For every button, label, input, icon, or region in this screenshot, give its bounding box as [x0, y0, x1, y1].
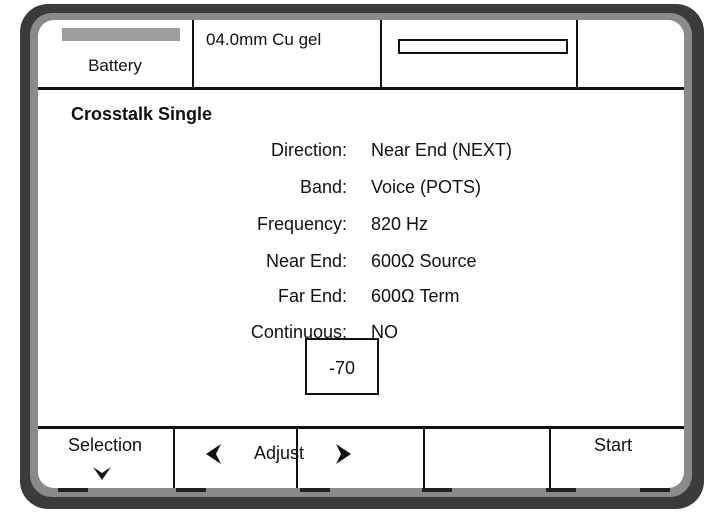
arrow-right-icon	[336, 444, 351, 464]
param-value-band: Voice (POTS)	[371, 177, 482, 197]
battery-label: Battery	[88, 56, 142, 75]
param-label-direction: Direction:	[270, 140, 347, 160]
param-label-near-end: Near End:	[265, 251, 347, 271]
param-value-near-end: 600Ω Source	[371, 251, 477, 271]
softkey-tick-marks	[58, 488, 670, 492]
status-bar: Battery 04.0mm Cu gel	[38, 20, 684, 90]
param-value-far-end: 600Ω Term	[371, 286, 460, 306]
selected-value-box[interactable]: -70	[305, 338, 379, 395]
cable-type-cell: 04.0mm Cu gel	[194, 20, 382, 87]
param-label-band: Band:	[299, 177, 347, 197]
device-screen: Battery 04.0mm Cu gel Crosstalk Single D…	[38, 20, 684, 488]
adjust-softkey-label: Adjust	[254, 443, 305, 463]
battery-indicator: Battery	[38, 20, 194, 87]
selection-softkey[interactable]: Selection	[38, 429, 175, 488]
param-value-direction: Near End (NEXT)	[371, 140, 513, 160]
selection-softkey-label: Selection	[68, 435, 143, 455]
param-label-far-end: Far End:	[277, 286, 347, 306]
battery-level-bar	[62, 28, 180, 41]
adjust-right-softkey[interactable]	[298, 429, 425, 488]
start-softkey-label: Start	[594, 435, 633, 455]
status-empty-cell	[578, 20, 684, 87]
progress-bar	[398, 39, 568, 54]
arrow-left-icon	[206, 444, 221, 464]
param-label-frequency: Frequency:	[256, 214, 347, 234]
chevron-down-icon	[93, 467, 111, 480]
empty-softkey[interactable]	[425, 429, 551, 488]
softkey-bar: Selection Adjust Start	[38, 426, 684, 488]
param-value-frequency: 820 Hz	[371, 214, 429, 234]
progress-cell	[382, 20, 578, 87]
cable-type-label: 04.0mm Cu gel	[206, 30, 322, 49]
page-title: Crosstalk Single	[71, 104, 213, 124]
start-softkey[interactable]: Start	[551, 429, 684, 488]
